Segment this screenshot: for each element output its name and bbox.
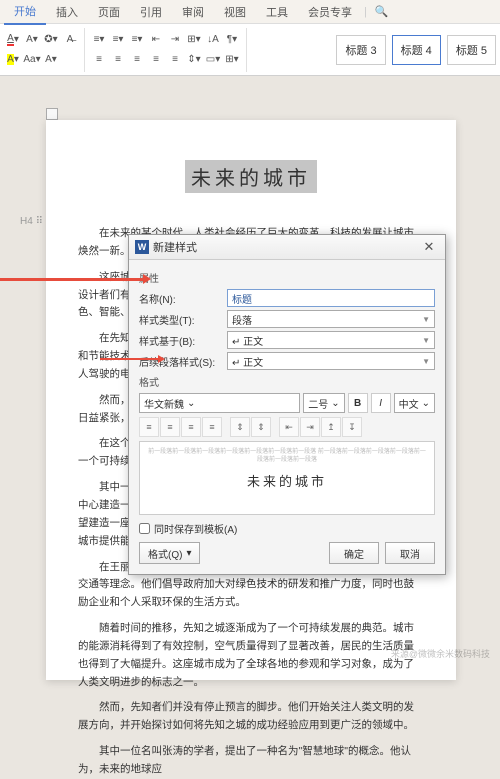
highlight-btn[interactable]: A▾ — [4, 51, 22, 69]
style-h4[interactable]: 标题 4 — [392, 35, 441, 65]
align-right-icon[interactable]: ≡ — [181, 417, 201, 437]
tab-insert[interactable]: 插入 — [46, 0, 88, 24]
base-select[interactable]: ↵ 正文▼ — [227, 331, 435, 349]
tab-member[interactable]: 会员专享 — [298, 0, 362, 24]
line-space-btn[interactable]: ⇕▾ — [185, 51, 203, 69]
para-after-icon[interactable]: ↧ — [342, 417, 362, 437]
style-preview: 前一段落前一段落前一段落前一段落前一段落前一段落前一段落 前一段落前一段落前一段… — [139, 441, 435, 515]
guides-btn[interactable]: ⊞▾ — [185, 31, 203, 49]
tab-page[interactable]: 页面 — [88, 0, 130, 24]
type-select[interactable]: 段落▼ — [227, 310, 435, 328]
ruler-marker[interactable] — [46, 108, 58, 120]
style-h3[interactable]: 标题 3 — [336, 35, 385, 65]
save-template-input[interactable] — [139, 523, 150, 534]
italic-btn[interactable]: I — [371, 393, 391, 413]
format-button[interactable]: 格式(Q) ▾ — [139, 542, 200, 564]
spacing-1-icon[interactable]: ⇕ — [230, 417, 250, 437]
name-input[interactable] — [227, 289, 435, 307]
tab-start[interactable]: 开始 — [4, 0, 46, 25]
section-format: 格式 — [139, 374, 435, 389]
font-effect-btn[interactable]: ✪▾ — [42, 31, 60, 49]
number-list-btn[interactable]: ≡▾ — [109, 31, 127, 49]
dialog-app-icon: W — [135, 240, 149, 254]
bold-btn[interactable]: B — [348, 393, 368, 413]
font-select[interactable]: 华文新魏⌄ — [139, 393, 300, 413]
type-label: 样式类型(T): — [139, 312, 223, 327]
border-btn[interactable]: ⊞▾ — [223, 51, 241, 69]
tab-view[interactable]: 视图 — [214, 0, 256, 24]
tab-tools[interactable]: 工具 — [256, 0, 298, 24]
font-case-btn[interactable]: Aa▾ — [23, 51, 41, 69]
watermark: 来源@微微余米数码科技 — [391, 647, 490, 660]
align-center-btn[interactable]: ≡ — [109, 51, 127, 69]
para[interactable]: 其中一位名叫张涛的学者，提出了一种名为"智慧地球"的概念。他认为，未来的地球应 — [78, 743, 424, 779]
dialog-title-text: 新建样式 — [153, 239, 197, 255]
sort-btn[interactable]: ↓A — [204, 31, 222, 49]
new-style-dialog: W 新建样式 ✕ 属性 名称(N): 样式类型(T): 段落▼ 样式基于(B):… — [128, 234, 446, 575]
ok-button[interactable]: 确定 — [329, 542, 379, 564]
multilevel-btn[interactable]: ≡▾ — [128, 31, 146, 49]
indent-dec-icon[interactable]: ⇤ — [279, 417, 299, 437]
style-h5[interactable]: 标题 5 — [447, 35, 496, 65]
align-right-btn[interactable]: ≡ — [128, 51, 146, 69]
marks-btn[interactable]: ¶▾ — [223, 31, 241, 49]
ribbon: A▾ A▾ ✪▾ A̶ A▾ Aa▾ A▾ ≡▾ ≡▾ ≡▾ ⇤ ⇥ ⊞▾ ↓A… — [0, 24, 500, 76]
indent-inc-icon[interactable]: ⇥ — [300, 417, 320, 437]
outline-h4-marker: H4 ⠿ — [20, 216, 43, 227]
doc-title[interactable]: 未来的城市 — [185, 160, 317, 193]
align-justify-icon[interactable]: ≡ — [202, 417, 222, 437]
spacing-2-icon[interactable]: ⇕ — [251, 417, 271, 437]
main-tab-bar: 开始 插入 页面 引用 审阅 视图 工具 会员专享 | 🔍 — [0, 0, 500, 24]
font-style-btn[interactable]: A▾ — [23, 31, 41, 49]
align-left-icon[interactable]: ≡ — [139, 417, 159, 437]
clear-fmt-btn[interactable]: A̶ — [61, 31, 79, 49]
shading-btn[interactable]: ▭▾ — [204, 51, 222, 69]
para[interactable]: 然而，先知者们并没有停止预言的脚步。他们开始关注人类文明的发展方向，并开始探讨如… — [78, 699, 424, 735]
align-dist-btn[interactable]: ≡ — [166, 51, 184, 69]
base-label: 样式基于(B): — [139, 333, 223, 348]
tab-review[interactable]: 审阅 — [172, 0, 214, 24]
name-label: 名称(N): — [139, 291, 223, 306]
para[interactable]: 随着时间的推移，先知之城逐渐成为了一个可持续发展的典范。城市的能源消耗得到了有效… — [78, 620, 424, 691]
font-misc-btn[interactable]: A▾ — [42, 51, 60, 69]
bullet-list-btn[interactable]: ≡▾ — [90, 31, 108, 49]
section-properties: 属性 — [139, 270, 435, 285]
indent-dec-btn[interactable]: ⇤ — [147, 31, 165, 49]
search-icon[interactable]: 🔍 — [375, 5, 389, 18]
cancel-button[interactable]: 取消 — [385, 542, 435, 564]
close-icon[interactable]: ✕ — [419, 239, 439, 255]
annotation-arrow-2 — [100, 358, 160, 360]
save-template-checkbox[interactable]: 同时保存到模板(A) — [139, 521, 435, 536]
size-select[interactable]: 二号⌄ — [303, 393, 344, 413]
tab-ref[interactable]: 引用 — [130, 0, 172, 24]
indent-inc-btn[interactable]: ⇥ — [166, 31, 184, 49]
align-left-btn[interactable]: ≡ — [90, 51, 108, 69]
dialog-titlebar[interactable]: W 新建样式 ✕ — [129, 235, 445, 260]
para-before-icon[interactable]: ↥ — [321, 417, 341, 437]
align-center-icon[interactable]: ≡ — [160, 417, 180, 437]
next-select[interactable]: ↵ 正文▼ — [227, 352, 435, 370]
next-label: 后续段落样式(S): — [139, 354, 223, 369]
align-justify-btn[interactable]: ≡ — [147, 51, 165, 69]
lang-select[interactable]: 中文⌄ — [394, 393, 435, 413]
font-color-btn[interactable]: A▾ — [4, 31, 22, 49]
annotation-arrow-1 — [0, 278, 145, 281]
